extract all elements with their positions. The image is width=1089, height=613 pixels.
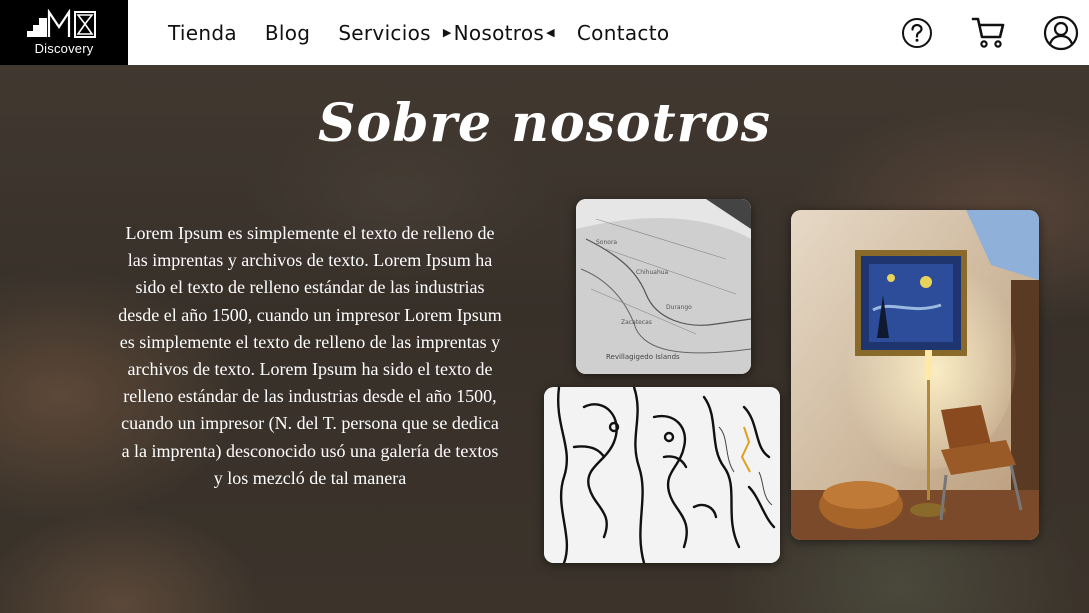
cart-icon[interactable]	[969, 13, 1009, 53]
nav-contacto[interactable]: Contacto	[577, 21, 669, 45]
map-label: Revillagigedo Islands	[606, 353, 680, 361]
svg-text:Sonora: Sonora	[596, 239, 617, 246]
site-header: Discovery Tienda Blog Servicios ▶ Nosotr…	[0, 0, 1089, 65]
nav-label: Nosotros	[453, 20, 545, 45]
header-icons	[897, 0, 1089, 65]
active-arrow-left-icon: ◀	[546, 26, 555, 39]
page-title: Sobre nosotros	[317, 93, 771, 154]
about-text: Lorem Ipsum es simplemente el texto de r…	[118, 223, 502, 488]
nav-label: Servicios	[338, 20, 431, 45]
map-photo: Sonora Chihuahua Durango Zacatecas Revil…	[576, 199, 751, 374]
nav-blog[interactable]: Blog	[265, 21, 310, 45]
logo[interactable]: Discovery	[0, 0, 128, 65]
active-arrow-right-icon: ▶	[442, 26, 452, 39]
svg-text:Durango: Durango	[666, 304, 692, 311]
line-art-photo	[544, 387, 780, 563]
nav-label: Blog	[264, 20, 311, 45]
nav-label: Contacto	[576, 20, 670, 45]
svg-text:Zacatecas: Zacatecas	[621, 319, 652, 326]
user-icon[interactable]	[1041, 13, 1081, 53]
nav-tienda[interactable]: Tienda	[168, 21, 237, 45]
svg-text:Chihuahua: Chihuahua	[636, 269, 669, 276]
nav-label: Tienda	[168, 20, 237, 45]
logo-mark-icon	[25, 9, 103, 39]
room-photo	[791, 210, 1039, 540]
main-nav: Tienda Blog Servicios ▶ Nosotros ◀ Conta…	[168, 21, 697, 45]
help-icon[interactable]	[897, 13, 937, 53]
nav-servicios[interactable]: Servicios	[338, 21, 431, 45]
logo-text: Discovery	[34, 41, 94, 56]
nav-nosotros[interactable]: ▶ Nosotros ◀	[441, 21, 557, 45]
